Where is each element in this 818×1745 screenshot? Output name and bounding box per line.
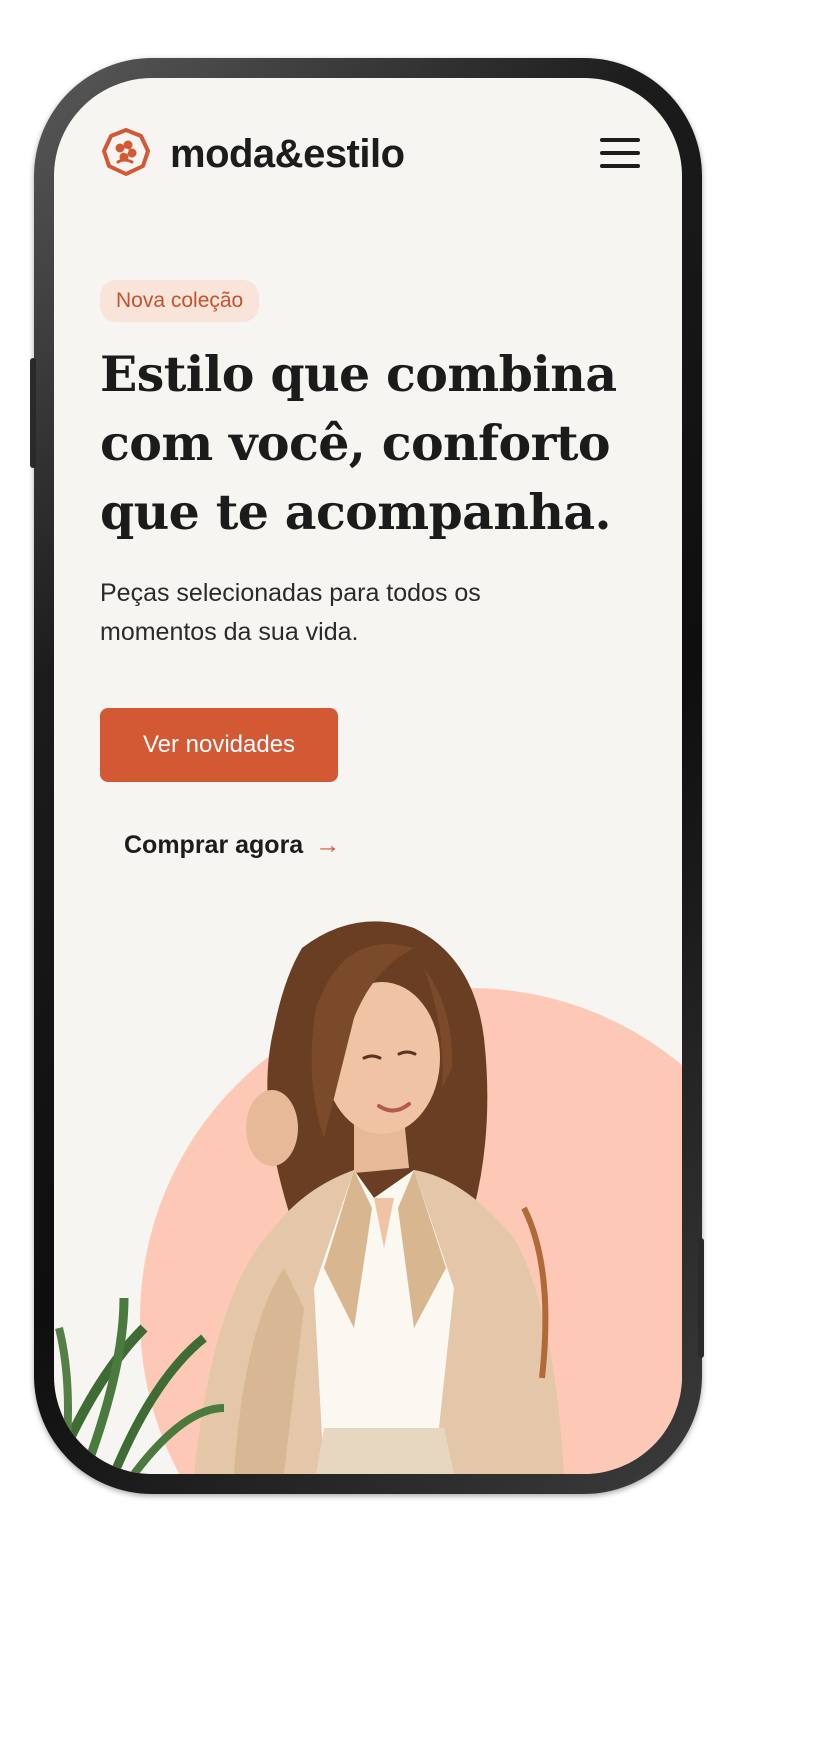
flower-icon[interactable]: [100, 126, 152, 178]
hamburger-menu-icon[interactable]: [600, 138, 640, 168]
shop-now-label: Comprar agora: [124, 831, 304, 859]
screen: moda&estilo Nova coleção Estilo que comb…: [54, 78, 682, 1474]
collection-badge: Nova coleção: [100, 280, 260, 322]
side-button: [30, 358, 36, 468]
see-new-arrivals-button[interactable]: Ver novidades: [100, 708, 338, 782]
hero-subtitle: Peças selecionadas para todos os momento…: [100, 579, 481, 646]
side-button: [698, 1238, 704, 1358]
shop-now-link[interactable]: Comprar agora →: [124, 828, 340, 862]
hero-image: [54, 921, 682, 1474]
arrow-right-icon: →: [315, 831, 341, 859]
hero-headline: Estilo que combina com você, conforto qu…: [100, 345, 617, 541]
phone-frame: moda&estilo Nova coleção Estilo que comb…: [30, 58, 704, 1494]
brand-name[interactable]: moda&estilo: [170, 132, 405, 176]
